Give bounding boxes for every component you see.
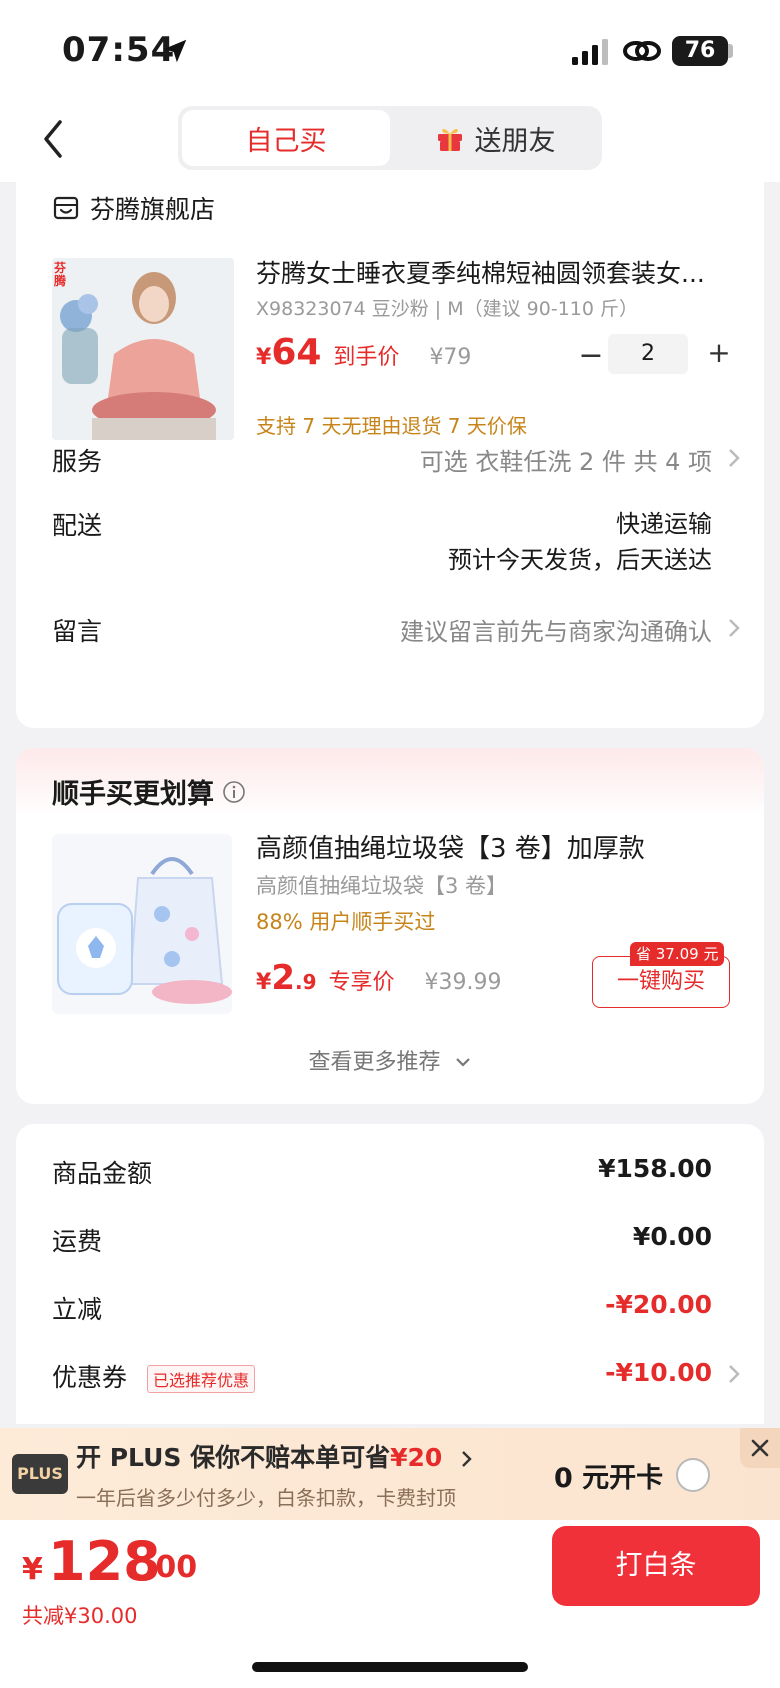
tab-buy-for-self[interactable]: 自己买: [182, 110, 390, 166]
plus-open-card-label: 0 元开卡: [554, 1463, 664, 1494]
goods-amount-value: ¥158.00: [598, 1154, 712, 1183]
plus-title-text: 开 PLUS 保你不赔本单可省: [76, 1443, 391, 1472]
delivery-info: 快递运输 预计今天发货，后天送达: [448, 506, 712, 578]
price-currency: ¥: [256, 345, 272, 370]
recommendation-title: 顺手买更划算: [52, 772, 246, 811]
message-label: 留言: [52, 617, 103, 646]
store-icon: [53, 196, 79, 220]
delivery-method: 快递运输: [616, 510, 712, 538]
instant-discount-value: -¥20.00: [605, 1290, 712, 1319]
recommend-price-row: ¥ 2 .9 专享价 ¥39.99: [256, 958, 502, 998]
total-price-decimal: .00: [144, 1550, 198, 1585]
pajama-model-illustration: [52, 258, 234, 440]
link-icon: [623, 41, 661, 61]
gift-icon: [437, 128, 462, 151]
final-price-tag: 到手价: [333, 345, 400, 370]
savings-badge: 省 37.09 元: [630, 942, 725, 966]
status-time: 07:54: [62, 30, 176, 70]
see-more-label: 查看更多推荐: [308, 1050, 441, 1075]
tab-buy-for-self-label: 自己买: [245, 125, 327, 157]
home-indicator: [252, 1662, 528, 1672]
recommend-price-currency: ¥: [256, 970, 272, 995]
see-more-recommendations-button[interactable]: 查看更多推荐: [16, 1044, 764, 1076]
plus-membership-banner[interactable]: PLUS 开 PLUS 保你不赔本单可省¥20 一年后省多少付多少，白条扣款，卡…: [0, 1428, 780, 1520]
trash-bag-illustration: [52, 834, 232, 1014]
shipping-row: 运费 ¥0.00: [52, 1222, 742, 1258]
shop-name: 芬腾旗舰店: [90, 195, 216, 224]
tab-send-to-friend[interactable]: 送朋友: [392, 110, 598, 166]
product-sku[interactable]: X98323074 豆沙粉 | M（建议 90-110 斤）: [256, 294, 638, 321]
coupon-label: 优惠券: [52, 1363, 128, 1392]
checkout-bar: ¥ 128 .00 共减¥30.00 打白条: [0, 1520, 780, 1688]
quantity-decrease-button[interactable]: −: [574, 338, 608, 373]
nav-bar: 自己买 送朋友: [0, 100, 780, 182]
coupon-recommended-badge: 已选推荐优惠: [146, 1365, 255, 1393]
return-guarantee-text: 支持 7 天无理由退货 7 天价保: [256, 414, 527, 438]
plus-subtitle: 一年后省多少付多少，白条扣款，卡费封顶: [76, 1486, 456, 1510]
service-value: 可选 衣鞋任洗 2 件 共 4 项: [419, 448, 712, 476]
total-saved: 共减¥30.00: [22, 1604, 138, 1628]
goods-amount-row: 商品金额 ¥158.00: [52, 1154, 742, 1190]
recommend-price-integer: 2: [271, 958, 295, 998]
recommendation-card: 顺手买更划算 高颜值抽绳垃圾袋【3 卷】加厚款 高颜值抽绳垃圾袋【3 卷】 88…: [16, 748, 764, 1104]
chevron-right-icon: [729, 619, 740, 637]
recommendation-title-text: 顺手买更划算: [52, 779, 214, 810]
shipping-label: 运费: [52, 1227, 103, 1256]
back-chevron-icon[interactable]: [36, 114, 70, 164]
product-image[interactable]: 芬腾: [52, 258, 234, 440]
coupon-row[interactable]: 优惠券 已选推荐优惠 -¥10.00: [52, 1358, 742, 1394]
shipping-value: ¥0.00: [632, 1222, 712, 1251]
chevron-right-icon: [462, 1451, 472, 1467]
product-price: 64: [271, 332, 322, 373]
quantity-input[interactable]: 2: [608, 334, 688, 374]
plus-logo: PLUS: [12, 1454, 68, 1494]
info-icon[interactable]: [222, 780, 246, 804]
message-placeholder: 建议留言前先与商家沟通确认: [400, 618, 712, 646]
chevron-right-icon: [729, 449, 740, 467]
plus-banner-close-button[interactable]: [740, 1428, 780, 1468]
purchase-mode-switch: 自己买 送朋友: [178, 106, 602, 170]
plus-title: 开 PLUS 保你不赔本单可省¥20: [76, 1438, 475, 1474]
product-price-row: ¥ 64 到手价 ¥79: [256, 332, 471, 373]
recommend-price-decimal: .9: [294, 970, 317, 994]
plus-open-card-radio[interactable]: [676, 1458, 710, 1492]
cellular-signal-icon: [572, 39, 608, 65]
delivery-estimate: 预计今天发货，后天送达: [448, 546, 712, 574]
service-label: 服务: [52, 447, 103, 476]
battery-indicator: 76: [672, 36, 728, 66]
total-currency: ¥: [22, 1552, 43, 1587]
battery-tip: [728, 44, 733, 58]
price-summary-card: 商品金额 ¥158.00 运费 ¥0.00 立减 -¥20.00 优惠券 已选推…: [16, 1124, 764, 1424]
recommend-purchase-stat: 88% 用户顺手买过: [256, 910, 436, 934]
recommend-original-price: ¥39.99: [424, 970, 502, 995]
recommend-product-spec: 高颜值抽绳垃圾袋【3 卷】: [256, 874, 508, 898]
product-title[interactable]: 芬腾女士睡衣夏季纯棉短袖圆领套装女...: [256, 254, 736, 290]
recommend-product-image[interactable]: [52, 834, 232, 1014]
order-product-card: 芬腾旗舰店 芬腾 芬腾女士睡衣夏季纯棉短袖圆领套装女... X98323074 …: [16, 182, 764, 728]
coupon-value: -¥10.00: [605, 1358, 712, 1387]
quantity-increase-button[interactable]: +: [702, 336, 736, 369]
original-price: ¥79: [429, 345, 472, 370]
location-arrow-icon: [163, 39, 187, 63]
chevron-right-icon: [729, 1365, 740, 1383]
shop-row[interactable]: 芬腾旗舰店: [52, 190, 215, 226]
goods-amount-label: 商品金额: [52, 1159, 153, 1188]
chevron-down-icon: [455, 1058, 470, 1067]
status-bar: 07:54 76: [0, 0, 780, 100]
recommend-product-name[interactable]: 高颜值抽绳垃圾袋【3 卷】加厚款: [256, 828, 645, 865]
exclusive-price-tag: 专享价: [328, 970, 395, 995]
pay-with-baitiao-button[interactable]: 打白条: [552, 1526, 760, 1606]
delivery-row[interactable]: 配送 快递运输 预计今天发货，后天送达: [52, 506, 742, 586]
brand-logo-mark: 芬腾: [54, 261, 67, 288]
instant-discount-row: 立减 -¥20.00: [52, 1290, 742, 1326]
tab-send-to-friend-label: 送朋友: [474, 125, 556, 157]
close-icon: [751, 1439, 769, 1457]
plus-saving-amount: ¥20: [390, 1443, 443, 1472]
delivery-label: 配送: [52, 511, 103, 540]
instant-discount-label: 立减: [52, 1295, 103, 1324]
